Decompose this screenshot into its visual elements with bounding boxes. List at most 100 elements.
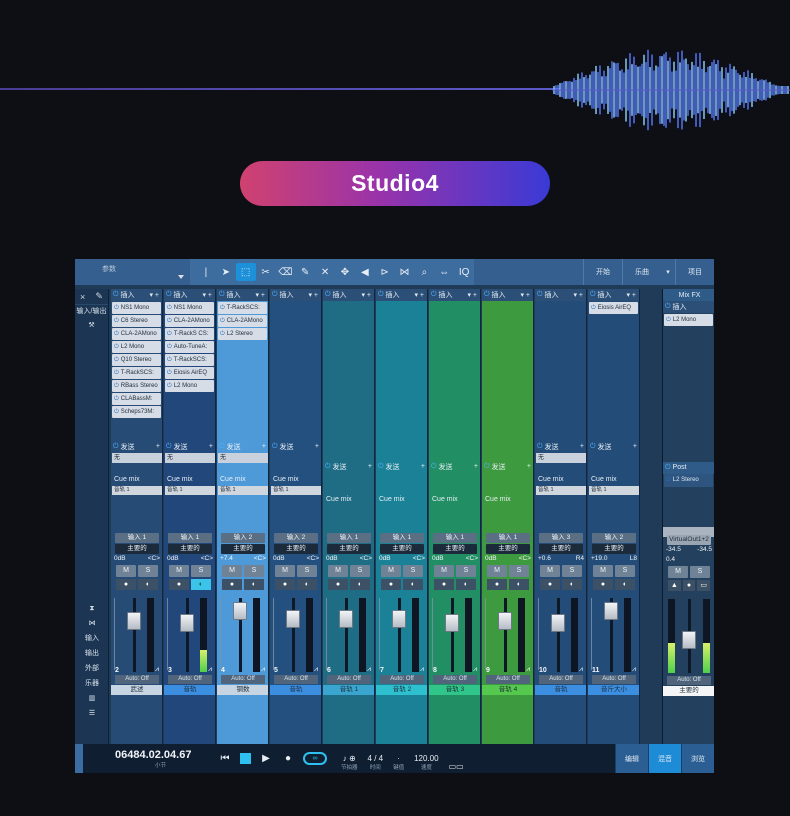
- mute-button[interactable]: M: [487, 565, 507, 577]
- record-arm-icon[interactable]: ●: [487, 579, 507, 590]
- mix-mode-button[interactable]: 混音: [648, 744, 681, 773]
- pan-control[interactable]: 0dB <C>: [482, 555, 533, 565]
- power-icon[interactable]: ⏻: [114, 341, 119, 354]
- mute-button[interactable]: M: [328, 565, 348, 577]
- master-volume[interactable]: ▭▭: [449, 762, 464, 771]
- input-selector[interactable]: 输入 1: [380, 533, 424, 543]
- power-icon[interactable]: ⏻: [431, 463, 437, 471]
- power-icon[interactable]: ⏻: [114, 393, 119, 406]
- monitor-icon[interactable]: ◐: [191, 579, 211, 590]
- song-selector[interactable]: 参数: [75, 259, 190, 285]
- plugin-slot[interactable]: ⏻ RBass Stereo: [112, 379, 161, 392]
- power-icon[interactable]: ⏻: [114, 302, 119, 315]
- meter-icon[interactable]: ▥: [75, 691, 109, 706]
- key[interactable]: · 键值: [393, 754, 404, 771]
- power-icon[interactable]: ⏻: [220, 302, 225, 315]
- send-slot[interactable]: 无: [218, 453, 268, 463]
- cue-mix-label[interactable]: Cue mix: [482, 494, 533, 505]
- solo-button[interactable]: S: [191, 565, 211, 577]
- time-signature[interactable]: 4 / 4 时间: [368, 754, 384, 771]
- eraser-tool-icon[interactable]: ⌫: [275, 263, 295, 281]
- wrench-icon[interactable]: ⚒: [75, 319, 108, 333]
- solo-button[interactable]: S: [350, 565, 370, 577]
- power-icon[interactable]: ⏻: [325, 463, 331, 471]
- input-selector[interactable]: 输入 1: [433, 533, 477, 543]
- stop-icon[interactable]: [240, 753, 251, 764]
- input-selector[interactable]: 输入 1: [327, 533, 371, 543]
- add-icon[interactable]: ▾ +: [361, 291, 374, 299]
- listen-tool-icon[interactable]: ◀: [355, 263, 375, 281]
- power-icon[interactable]: ⏻: [219, 443, 225, 451]
- volume-fader[interactable]: [551, 614, 565, 632]
- mute-button[interactable]: M: [434, 565, 454, 577]
- power-icon[interactable]: ⏻: [114, 367, 119, 380]
- power-icon[interactable]: ⏻: [167, 328, 172, 341]
- mute-button[interactable]: M: [540, 565, 560, 577]
- cue-mix-label[interactable]: Cue mix: [164, 474, 215, 485]
- expand-icon[interactable]: ⧗: [75, 601, 109, 616]
- pan-control[interactable]: 0dB <C>: [164, 555, 215, 565]
- power-icon[interactable]: ⏻: [590, 443, 596, 451]
- panel-instrument[interactable]: 乐器: [75, 676, 109, 691]
- solo-button[interactable]: S: [244, 565, 264, 577]
- bend-tool-icon[interactable]: ✥: [335, 263, 355, 281]
- mute-button[interactable]: M: [116, 565, 136, 577]
- browse-mode-button[interactable]: 浏览: [681, 744, 714, 773]
- play-icon[interactable]: ▶: [259, 753, 273, 764]
- record-arm-icon[interactable]: ●: [540, 579, 560, 590]
- channel-name[interactable]: 音轨: [535, 685, 586, 695]
- channel-name[interactable]: 音轨 3: [429, 685, 480, 695]
- automation-mode[interactable]: Auto: Off: [592, 675, 636, 684]
- plugin-slot[interactable]: ⏻ T-RackS CS:: [165, 327, 214, 341]
- cue-mix-label[interactable]: Cue mix: [588, 474, 639, 485]
- power-icon[interactable]: ⏻: [272, 291, 278, 299]
- edit-mode-button[interactable]: 编辑: [615, 744, 648, 773]
- plugin-slot[interactable]: ⏻ C6 Stereo: [112, 314, 161, 327]
- cue-bus-slot[interactable]: 音轨 1: [271, 486, 321, 495]
- cue-mix-label[interactable]: Cue mix: [429, 494, 480, 505]
- power-icon[interactable]: ⏻: [167, 380, 172, 393]
- solo-button[interactable]: S: [456, 565, 476, 577]
- add-icon[interactable]: ▾ +: [467, 291, 480, 299]
- input-selector[interactable]: 输入 1: [115, 533, 159, 543]
- record-arm-icon[interactable]: ●: [381, 579, 401, 590]
- cue-bus-slot[interactable]: 音轨 1: [112, 486, 162, 495]
- mute-tool-icon[interactable]: ✕: [315, 263, 335, 281]
- power-icon[interactable]: ⏻: [167, 302, 172, 315]
- send-slot[interactable]: 无: [165, 453, 215, 463]
- plugin-slot[interactable]: ⏻ L2 Mono: [165, 379, 214, 393]
- power-icon[interactable]: ⏻: [114, 354, 119, 367]
- input-selector[interactable]: 输入 1: [486, 533, 530, 543]
- automation-mode[interactable]: Auto: Off: [380, 675, 424, 684]
- add-icon[interactable]: ▾ +: [520, 291, 533, 299]
- record-arm-icon[interactable]: ●: [593, 579, 613, 590]
- monitor-icon[interactable]: ◐: [456, 579, 476, 590]
- cue-bus-slot[interactable]: 音轨 1: [218, 486, 268, 495]
- record-icon[interactable]: ●: [281, 753, 295, 764]
- volume-fader[interactable]: [392, 610, 406, 628]
- record-arm-icon[interactable]: ●: [434, 579, 454, 590]
- monitor-icon[interactable]: ●: [682, 580, 696, 591]
- add-icon[interactable]: +: [527, 463, 533, 470]
- plugin-slot[interactable]: ⏻ CLABassM:: [112, 392, 161, 406]
- send-slot[interactable]: 无: [536, 453, 586, 463]
- range-tool-icon[interactable]: ⬚: [235, 263, 256, 281]
- channel-name[interactable]: 音轨 4: [482, 685, 533, 695]
- power-icon[interactable]: ⏻: [167, 341, 172, 354]
- zoom-icon[interactable]: ⌕: [414, 263, 434, 281]
- record-arm-icon[interactable]: ●: [222, 579, 242, 590]
- input-selector[interactable]: 输入 3: [539, 533, 583, 543]
- plugin-slot[interactable]: ⏻ CLA-2AMono: [165, 314, 214, 327]
- volume-fader[interactable]: [604, 602, 618, 620]
- channel-name[interactable]: 武述: [111, 685, 162, 695]
- automation-mode[interactable]: Auto: Off: [486, 675, 530, 684]
- add-icon[interactable]: ▾ +: [573, 291, 586, 299]
- pan-control[interactable]: 0dB <C>: [429, 555, 480, 565]
- add-icon[interactable]: +: [421, 463, 427, 470]
- channel-name[interactable]: 钢数: [217, 685, 268, 695]
- loop-icon[interactable]: ∞: [303, 752, 327, 765]
- solo-button[interactable]: S: [562, 565, 582, 577]
- cue-mix-label[interactable]: Cue mix: [376, 494, 427, 505]
- plugin-slot[interactable]: ⏻ Eiosis AirEQ: [165, 366, 214, 379]
- panel-external[interactable]: 外部: [75, 661, 109, 676]
